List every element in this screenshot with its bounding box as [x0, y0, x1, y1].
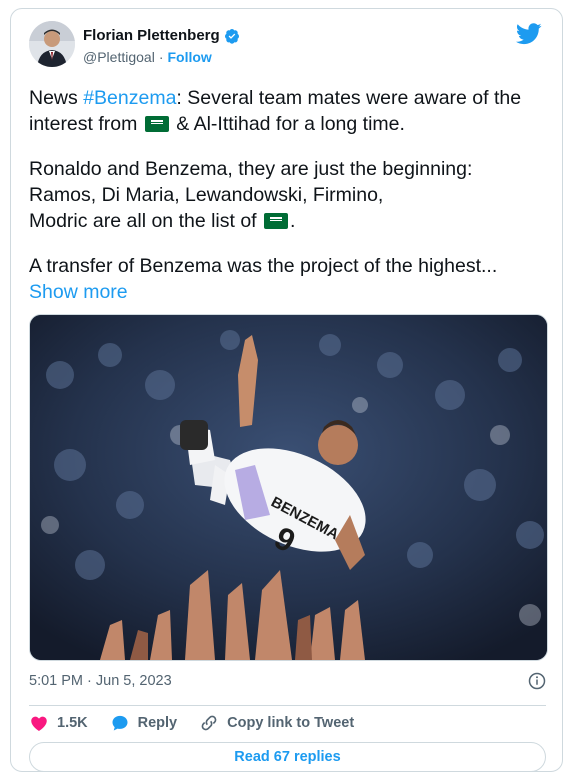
- follow-button[interactable]: Follow: [167, 49, 211, 65]
- read-replies-button[interactable]: Read 67 replies: [29, 742, 546, 772]
- twitter-logo-icon[interactable]: [516, 23, 542, 45]
- timestamp-row: 5:01 PM · Jun 5, 2023: [29, 672, 546, 694]
- tweet-photo[interactable]: BENZEMA 9: [29, 314, 548, 661]
- saudi-flag-emoji-icon: [144, 116, 169, 132]
- text-span: & Al-Ittihad for a long time.: [170, 113, 405, 135]
- author-name[interactable]: Florian Plettenberg: [83, 27, 220, 44]
- reply-button[interactable]: Reply: [110, 713, 178, 733]
- text-span: A transfer of Benzema was the project of…: [29, 255, 498, 277]
- hashtag-link[interactable]: #Benzema: [83, 87, 176, 109]
- reply-label: Reply: [137, 715, 178, 731]
- tweet-paragraph-1: News #Benzema: Several team mates were a…: [29, 85, 549, 137]
- tweet-paragraph-3: A transfer of Benzema was the project of…: [29, 253, 549, 305]
- copy-link-label: Copy link to Tweet: [227, 715, 355, 731]
- tweet-card: Florian Plettenberg @Plettigoal · Follow…: [10, 8, 563, 772]
- show-more-link[interactable]: Show more: [29, 281, 128, 303]
- like-count: 1.5K: [57, 715, 88, 731]
- tweet-paragraph-2: Ronaldo and Benzema, they are just the b…: [29, 156, 549, 234]
- link-icon: [201, 715, 217, 731]
- verified-badge-icon: [224, 28, 239, 44]
- tweet-timestamp[interactable]: 5:01 PM · Jun 5, 2023: [29, 673, 172, 689]
- author-name-row: Florian Plettenberg: [83, 27, 240, 44]
- tweet-header: Florian Plettenberg @Plettigoal · Follow: [29, 21, 546, 73]
- copy-link-button[interactable]: Copy link to Tweet: [199, 713, 354, 733]
- text-span: .: [290, 210, 296, 232]
- text-span: News: [29, 87, 84, 109]
- like-button[interactable]: 1.5K: [29, 713, 88, 733]
- heart-icon: [31, 716, 47, 731]
- separator-dot: ·: [158, 49, 164, 65]
- saudi-flag-emoji-icon: [264, 213, 289, 229]
- info-icon[interactable]: [528, 672, 546, 690]
- text-span: Modric are all on the list of: [29, 210, 263, 232]
- tweet-text: News #Benzema: Several team mates were a…: [29, 85, 549, 324]
- author-handle[interactable]: @Plettigoal: [83, 49, 155, 65]
- text-span: Ramos, Di Maria, Lewandowski, Firmino,: [29, 184, 384, 206]
- author-handle-row: @Plettigoal · Follow: [83, 49, 212, 65]
- avatar[interactable]: [29, 21, 75, 67]
- divider: [29, 705, 546, 706]
- action-bar: 1.5K Reply Copy link to Tweet: [29, 711, 376, 735]
- reply-bubble-icon: [112, 715, 128, 731]
- text-span: Ronaldo and Benzema, they are just the b…: [29, 158, 473, 180]
